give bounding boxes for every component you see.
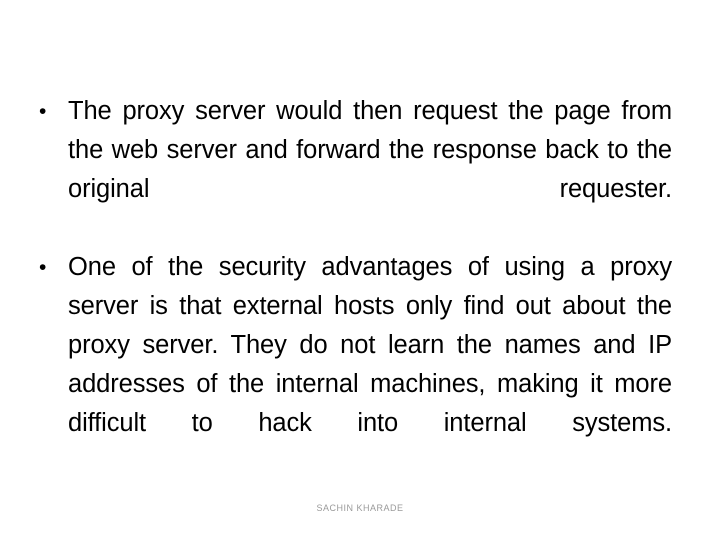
- bullet-text-segment-nowrap: security advantages: [218, 253, 453, 281]
- bullet-text: The proxy server would then request the …: [68, 97, 672, 203]
- footer-credit: SACHIN KHARADE: [316, 503, 404, 513]
- bullet-marker-icon: •: [39, 256, 47, 279]
- slide-canvas: • The proxy server would then request th…: [0, 0, 720, 540]
- slide-body-content: • The proxy server would then request th…: [30, 92, 672, 482]
- bullet-marker-icon: •: [39, 100, 47, 123]
- bullet-item: • The proxy server would then request th…: [30, 92, 672, 248]
- bullet-text-segment-lead: One of the: [68, 253, 204, 281]
- bullet-text: One of the security advantages of using …: [68, 248, 672, 482]
- bullet-item: • One of the security advantages of usin…: [30, 248, 672, 482]
